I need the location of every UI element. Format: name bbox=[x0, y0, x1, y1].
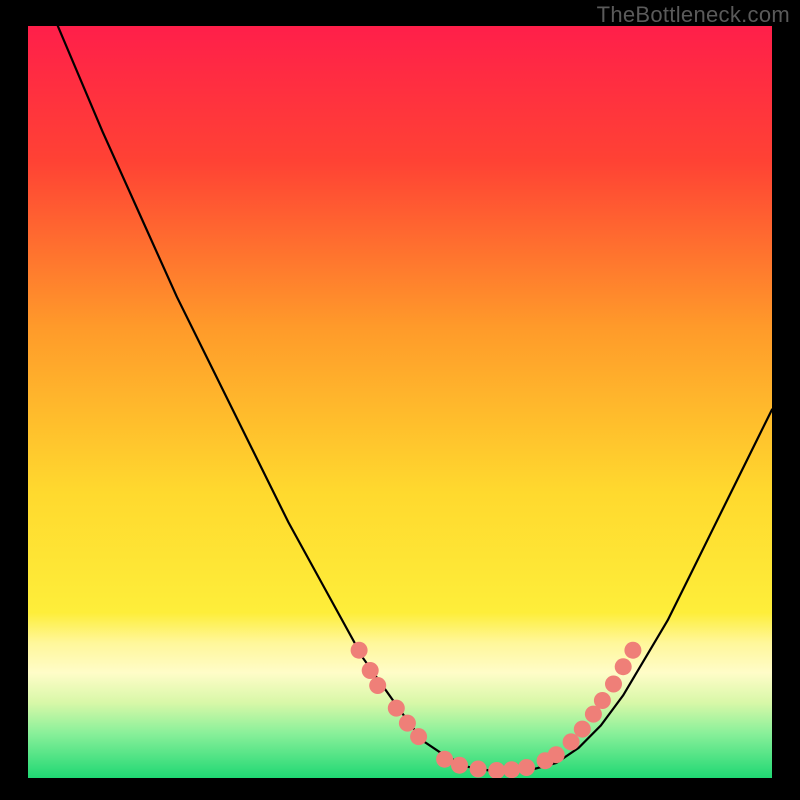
curve-marker bbox=[594, 692, 611, 709]
curve-marker bbox=[548, 746, 565, 763]
curve-marker bbox=[369, 677, 386, 694]
curve-marker bbox=[615, 658, 632, 675]
curve-marker bbox=[563, 733, 580, 750]
curve-marker bbox=[470, 761, 487, 778]
chart-frame: TheBottleneck.com bbox=[0, 0, 800, 800]
curve-marker bbox=[399, 715, 416, 732]
curve-marker bbox=[624, 642, 641, 659]
curve-marker bbox=[410, 728, 427, 745]
curve-marker bbox=[518, 759, 535, 776]
chart-svg bbox=[28, 26, 772, 778]
curve-marker bbox=[362, 662, 379, 679]
gradient-background bbox=[28, 26, 772, 778]
plot-area bbox=[28, 26, 772, 778]
curve-marker bbox=[574, 721, 591, 738]
curve-marker bbox=[388, 700, 405, 717]
curve-marker bbox=[436, 751, 453, 768]
curve-marker bbox=[605, 676, 622, 693]
watermark-text: TheBottleneck.com bbox=[597, 2, 790, 28]
curve-marker bbox=[351, 642, 368, 659]
curve-marker bbox=[503, 761, 520, 778]
curve-marker bbox=[451, 757, 468, 774]
